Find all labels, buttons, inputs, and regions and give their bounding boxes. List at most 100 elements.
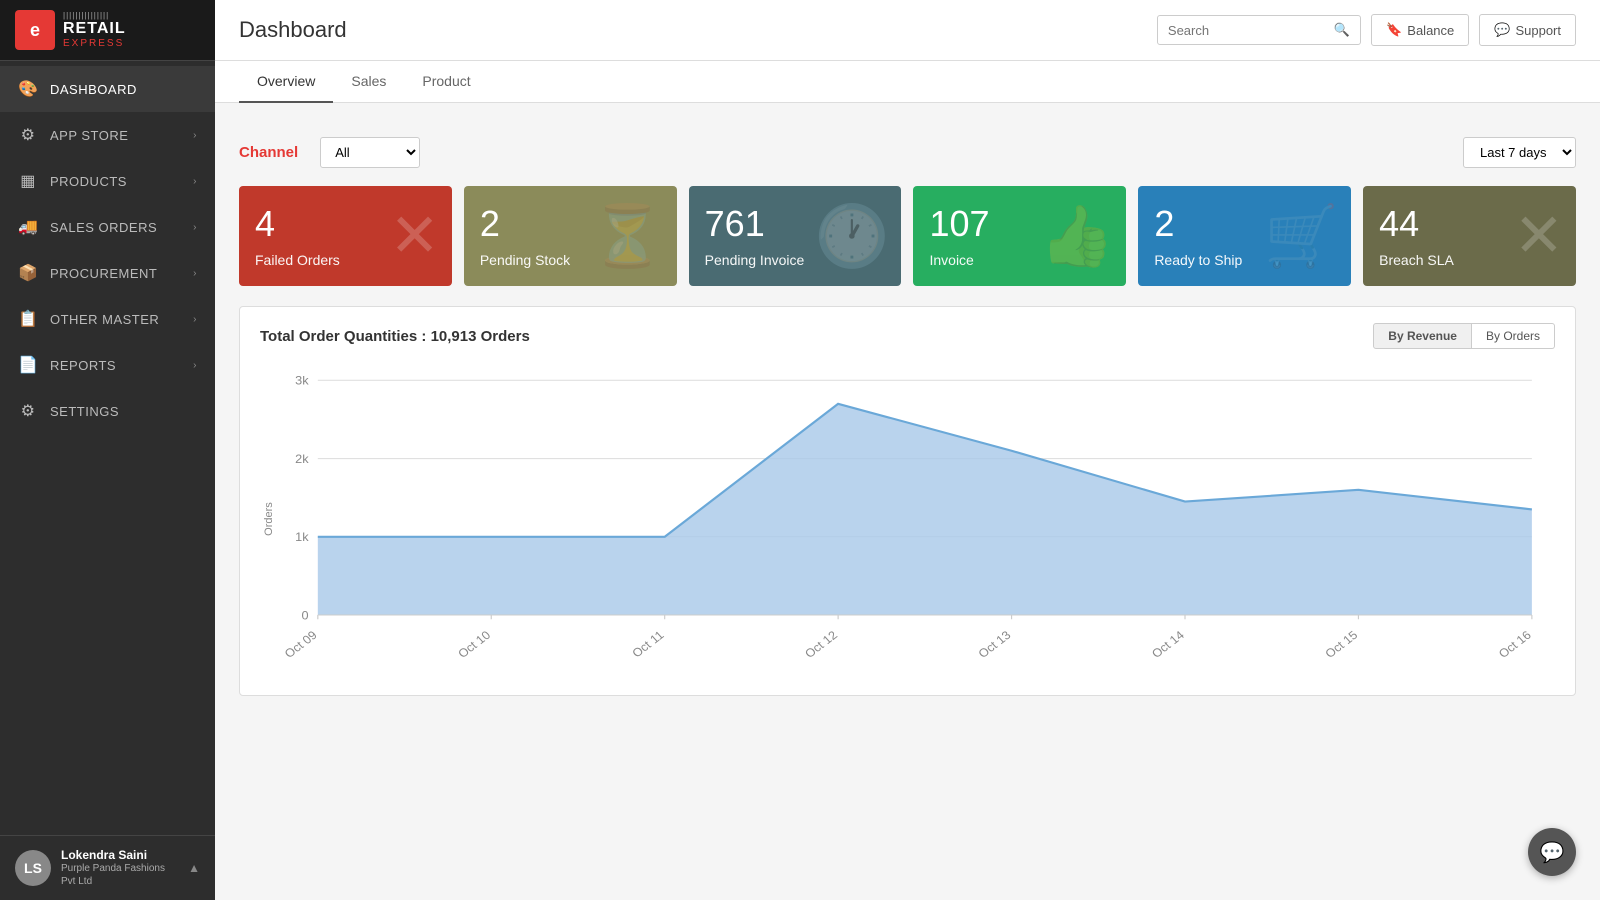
svg-text:Oct 11: Oct 11 — [629, 628, 666, 660]
svg-text:Oct 09: Oct 09 — [282, 628, 320, 661]
card-failed-orders[interactable]: 4 Failed Orders ✕ — [239, 186, 452, 286]
reports-icon: 📄 — [18, 355, 38, 375]
support-button[interactable]: 💬 Support — [1479, 14, 1576, 46]
content-area: OverviewSalesProduct Channel All Last 7 … — [215, 61, 1600, 900]
svg-text:Oct 16: Oct 16 — [1496, 628, 1534, 661]
card-bg-icon: ⏳ — [590, 201, 665, 272]
chart-container: Total Order Quantities : 10,913 Orders B… — [239, 306, 1576, 696]
svg-text:1k: 1k — [295, 530, 309, 543]
card-bg-icon: 🕐 — [815, 201, 890, 272]
date-filter-select[interactable]: Last 7 days — [1463, 137, 1576, 168]
balance-label: Balance — [1407, 23, 1454, 38]
nav-arrow: › — [193, 360, 197, 371]
sidebar-item-reports[interactable]: 📄 REPORTS › — [0, 342, 215, 388]
nav-arrow: › — [193, 314, 197, 325]
balance-icon: 🔖 — [1386, 22, 1402, 38]
svg-text:Oct 15: Oct 15 — [1322, 628, 1360, 661]
user-company: Purple Panda Fashions Pvt Ltd — [61, 862, 178, 888]
nav-arrow: › — [193, 268, 197, 279]
search-icon: 🔍 — [1334, 22, 1350, 38]
user-toggle[interactable]: ▲ — [188, 861, 200, 875]
procurement-icon: 📦 — [18, 263, 38, 283]
logo-sub: EXPRESS — [63, 38, 126, 49]
header: Dashboard 🔍 🔖 Balance 💬 Support — [215, 0, 1600, 61]
user-name: Lokendra Saini — [61, 848, 178, 862]
tab-overview[interactable]: Overview — [239, 61, 333, 103]
cards-row: 4 Failed Orders ✕ 2 Pending Stock ⏳ 761 … — [239, 186, 1576, 286]
channel-label: Channel — [239, 144, 298, 161]
chart-title: Total Order Quantities : 10,913 Orders — [260, 328, 530, 345]
page-title: Dashboard — [239, 17, 347, 43]
tab-sales[interactable]: Sales — [333, 61, 404, 103]
sidebar-logo: e ||||||||||||||| RETAIL EXPRESS — [0, 0, 215, 61]
chart-area: Orders 01k2k3kOct 09Oct 10Oct 11Oct 12Oc… — [260, 359, 1555, 679]
sidebar-item-dashboard[interactable]: 🎨 DASHBOARD — [0, 66, 215, 112]
sidebar-item-label: REPORTS — [50, 358, 181, 373]
tab-product[interactable]: Product — [404, 61, 488, 103]
other-master-icon: 📋 — [18, 309, 38, 329]
svg-text:Oct 14: Oct 14 — [1149, 628, 1187, 661]
filter-row: Channel All Last 7 days — [239, 121, 1576, 168]
sidebar-item-sales-orders[interactable]: 🚚 SALES ORDERS › — [0, 204, 215, 250]
sidebar-footer: LS Lokendra Saini Purple Panda Fashions … — [0, 835, 215, 900]
main-content: Dashboard 🔍 🔖 Balance 💬 Support Overview… — [215, 0, 1600, 900]
sidebar-item-procurement[interactable]: 📦 PROCUREMENT › — [0, 250, 215, 296]
support-icon: 💬 — [1494, 22, 1510, 38]
card-ready-to-ship[interactable]: 2 Ready to Ship 🛒 — [1138, 186, 1351, 286]
nav-arrow: › — [193, 130, 197, 141]
search-box: 🔍 — [1157, 15, 1361, 45]
sidebar-item-label: PROCUREMENT — [50, 266, 181, 281]
header-actions: 🔍 🔖 Balance 💬 Support — [1157, 14, 1576, 46]
sidebar-item-app-store[interactable]: ⚙ APP STORE › — [0, 112, 215, 158]
card-bg-icon: ✕ — [1514, 201, 1564, 271]
chart-svg: 01k2k3kOct 09Oct 10Oct 11Oct 12Oct 13Oct… — [260, 359, 1555, 679]
logo-barcode: ||||||||||||||| — [63, 11, 126, 20]
chat-fab[interactable]: 💬 — [1528, 828, 1576, 876]
sidebar-item-label: PRODUCTS — [50, 174, 181, 189]
sidebar-nav: 🎨 DASHBOARD ⚙ APP STORE › ▦ PRODUCTS › 🚚… — [0, 61, 215, 835]
balance-button[interactable]: 🔖 Balance — [1371, 14, 1469, 46]
nav-arrow: › — [193, 222, 197, 233]
channel-select[interactable]: All — [320, 137, 420, 168]
card-pending-stock[interactable]: 2 Pending Stock ⏳ — [464, 186, 677, 286]
card-bg-icon: 👍 — [1040, 201, 1115, 272]
svg-text:Oct 12: Oct 12 — [802, 628, 840, 661]
by-orders-button[interactable]: By Orders — [1472, 323, 1555, 349]
card-pending-invoice[interactable]: 761 Pending Invoice 🕐 — [689, 186, 902, 286]
dashboard-icon: 🎨 — [18, 79, 38, 99]
support-label: Support — [1515, 23, 1561, 38]
chart-header: Total Order Quantities : 10,913 Orders B… — [260, 323, 1555, 349]
sidebar-item-label: SALES ORDERS — [50, 220, 181, 235]
sidebar-item-label: OTHER MASTER — [50, 312, 181, 327]
card-breach-sla[interactable]: 44 Breach SLA ✕ — [1363, 186, 1576, 286]
sales-orders-icon: 🚚 — [18, 217, 38, 237]
nav-arrow: › — [193, 176, 197, 187]
card-invoice[interactable]: 107 Invoice 👍 — [913, 186, 1126, 286]
by-revenue-button[interactable]: By Revenue — [1373, 323, 1472, 349]
svg-text:3k: 3k — [295, 374, 309, 387]
y-axis-label: Orders — [263, 502, 275, 536]
sidebar-item-settings[interactable]: ⚙ SETTINGS — [0, 388, 215, 434]
products-icon: ▦ — [18, 171, 38, 191]
card-bg-icon: 🛒 — [1264, 201, 1339, 272]
svg-text:2k: 2k — [295, 452, 309, 465]
settings-icon: ⚙ — [18, 401, 38, 421]
svg-text:Oct 13: Oct 13 — [976, 628, 1014, 661]
svg-text:Oct 10: Oct 10 — [455, 628, 493, 661]
tabs: OverviewSalesProduct — [215, 61, 1600, 103]
sidebar-item-products[interactable]: ▦ PRODUCTS › — [0, 158, 215, 204]
sidebar-item-label: DASHBOARD — [50, 82, 197, 97]
search-input[interactable] — [1168, 23, 1328, 38]
card-bg-icon: ✕ — [390, 201, 440, 271]
logo-text: ||||||||||||||| RETAIL EXPRESS — [63, 11, 126, 49]
chart-buttons: By Revenue By Orders — [1373, 323, 1555, 349]
app-store-icon: ⚙ — [18, 125, 38, 145]
avatar: LS — [15, 850, 51, 886]
sidebar: e ||||||||||||||| RETAIL EXPRESS 🎨 DASHB… — [0, 0, 215, 900]
logo-icon: e — [15, 10, 55, 50]
logo-main: RETAIL — [63, 20, 126, 38]
sidebar-item-label: APP STORE — [50, 128, 181, 143]
sidebar-item-label: SETTINGS — [50, 404, 197, 419]
user-info: Lokendra Saini Purple Panda Fashions Pvt… — [61, 848, 178, 888]
sidebar-item-other-master[interactable]: 📋 OTHER MASTER › — [0, 296, 215, 342]
